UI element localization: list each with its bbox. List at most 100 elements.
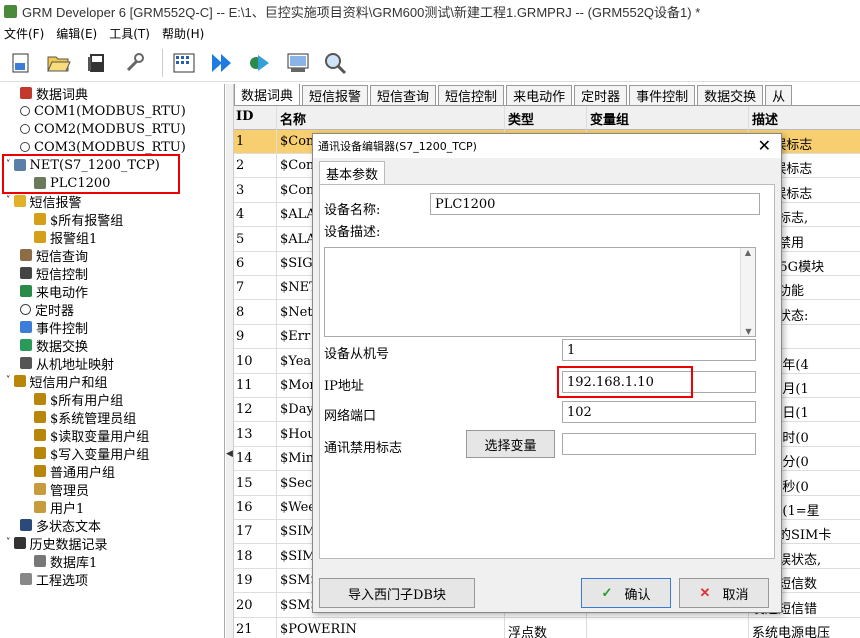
tree-item-net[interactable]: ˅ NET(S7_1200_TCP) bbox=[6, 156, 160, 174]
search-icon[interactable] bbox=[321, 48, 351, 78]
tab-data-dictionary[interactable]: 数据词典 bbox=[234, 84, 301, 105]
header-type[interactable]: 类型 bbox=[508, 109, 588, 128]
collapse-icon[interactable]: ˅ bbox=[6, 538, 11, 548]
tree-item-plc1200[interactable]: PLC1200 bbox=[34, 174, 110, 192]
query-icon bbox=[20, 249, 32, 261]
collapse-arrow-icon[interactable]: ◀ bbox=[226, 449, 233, 459]
tab-call-action[interactable]: 来电动作 bbox=[506, 85, 573, 105]
tab-data-exchange[interactable]: 数据交换 bbox=[697, 85, 764, 105]
ip-input[interactable]: 192.168.1.10 bbox=[562, 371, 756, 393]
collapse-icon[interactable]: ˅ bbox=[6, 196, 11, 206]
tree-item-user1[interactable]: 用户1 bbox=[34, 498, 84, 517]
tree-item-sms-control[interactable]: 短信控制 bbox=[20, 264, 88, 283]
port-input[interactable]: 102 bbox=[562, 401, 756, 423]
tree-item-com1[interactable]: COM1(MODBUS_RTU) bbox=[20, 102, 186, 120]
tab-sms-alarm[interactable]: 短信报警 bbox=[302, 85, 369, 105]
header-name[interactable]: 名称 bbox=[280, 109, 510, 128]
play-icon[interactable] bbox=[207, 48, 237, 78]
download-icon[interactable] bbox=[283, 48, 313, 78]
group-icon bbox=[34, 393, 46, 405]
tree-item-data-dictionary[interactable]: 数据词典 bbox=[20, 84, 88, 103]
tab-sms-control[interactable]: 短信控制 bbox=[438, 85, 505, 105]
device-editor-dialog: 通讯设备编辑器(S7_1200_TCP) ✕ 基本参数 设备名称: PLC120… bbox=[312, 133, 782, 613]
folder-icon bbox=[34, 213, 46, 225]
group-icon bbox=[34, 465, 46, 477]
open-icon[interactable] bbox=[44, 48, 74, 78]
tree-item-event-control[interactable]: 事件控制 bbox=[20, 318, 88, 337]
tree-item-write-group[interactable]: $写入变量用户组 bbox=[34, 444, 149, 463]
tree-item-administrator[interactable]: 管理员 bbox=[34, 480, 89, 499]
cell-desc: 系统电源电压 bbox=[752, 626, 831, 638]
slave-id-input[interactable]: 1 bbox=[562, 339, 756, 361]
cell-id: 12 bbox=[236, 402, 253, 418]
tab-basic-params[interactable]: 基本参数 bbox=[319, 161, 386, 185]
device-desc-textarea[interactable] bbox=[324, 247, 756, 337]
slave-id-label: 设备从机号 bbox=[324, 347, 390, 362]
tree-item-call-action[interactable]: 来电动作 bbox=[20, 282, 88, 301]
device-name-input[interactable]: PLC1200 bbox=[430, 193, 760, 215]
new-icon[interactable] bbox=[6, 48, 36, 78]
tree-item-slave-mapping[interactable]: 从机地址映射 bbox=[20, 354, 114, 373]
menu-help[interactable]: 帮助(H) bbox=[162, 25, 204, 42]
tree-item-database1[interactable]: 数据库1 bbox=[34, 552, 97, 571]
tab-event-control[interactable]: 事件控制 bbox=[629, 85, 696, 105]
cell-id: 17 bbox=[236, 524, 253, 540]
tree-item-timer[interactable]: 定时器 bbox=[20, 300, 74, 319]
wrench-icon bbox=[20, 573, 32, 585]
tree-item-alarm-group-1[interactable]: 报警组1 bbox=[34, 228, 97, 247]
tree-item-all-user-groups[interactable]: $所有用户组 bbox=[34, 390, 123, 409]
toolbar-separator bbox=[162, 48, 163, 77]
menu-tools[interactable]: 工具(T) bbox=[109, 25, 150, 42]
wrench-icon[interactable] bbox=[120, 48, 150, 78]
splitter-handle[interactable]: ◀ bbox=[226, 84, 234, 638]
serial-port-icon bbox=[20, 106, 30, 116]
event-icon bbox=[20, 321, 32, 333]
import-db-button[interactable]: 导入西门子DB块 bbox=[319, 578, 475, 608]
cell-id: 3 bbox=[236, 182, 245, 198]
header-id[interactable]: ID bbox=[236, 109, 276, 124]
disable-flag-input[interactable] bbox=[562, 433, 756, 455]
cell-id: 7 bbox=[236, 280, 245, 296]
header-group[interactable]: 变量组 bbox=[590, 109, 750, 128]
scroll-up-icon[interactable]: ▲ bbox=[741, 248, 755, 257]
tree-item-sms-users[interactable]: ˅ 短信用户和组 bbox=[6, 372, 108, 391]
ok-label: 确认 bbox=[624, 587, 651, 603]
tree-item-com3[interactable]: COM3(MODBUS_RTU) bbox=[20, 138, 186, 156]
textarea-scrollbar[interactable]: ▲ ▼ bbox=[740, 248, 755, 336]
tab-sms-query[interactable]: 短信查询 bbox=[370, 85, 437, 105]
save-icon[interactable] bbox=[82, 48, 112, 78]
tree-item-sms-alarm[interactable]: ˅ 短信报警 bbox=[6, 192, 82, 211]
tab-slave[interactable]: 从 bbox=[765, 85, 793, 105]
tree-item-admin-group[interactable]: $系统管理员组 bbox=[34, 408, 136, 427]
exchange-icon bbox=[20, 339, 32, 351]
check-icon: ✓ bbox=[601, 585, 613, 601]
tree-item-read-group[interactable]: $读取变量用户组 bbox=[34, 426, 149, 445]
tree-item-history[interactable]: ˅ 历史数据记录 bbox=[6, 534, 108, 553]
tree-item-data-exchange[interactable]: 数据交换 bbox=[20, 336, 88, 355]
tree-item-com2[interactable]: COM2(MODBUS_RTU) bbox=[20, 120, 186, 138]
tree-item-multistate-text[interactable]: 多状态文本 bbox=[20, 516, 101, 535]
close-icon[interactable]: ✕ bbox=[758, 136, 771, 155]
header-desc[interactable]: 描述 bbox=[752, 109, 860, 128]
tree-item-project-options[interactable]: 工程选项 bbox=[20, 570, 88, 589]
select-variable-button[interactable]: 选择变量 bbox=[466, 430, 555, 458]
scroll-down-icon[interactable]: ▼ bbox=[741, 327, 756, 336]
cell-id: 8 bbox=[236, 304, 245, 320]
ip-label: IP地址 bbox=[324, 379, 364, 394]
table-row[interactable]: 21 $POWERIN 浮点数 系统电源电压 bbox=[234, 618, 860, 638]
ok-button[interactable]: ✓ 确认 bbox=[581, 578, 671, 608]
tab-timer[interactable]: 定时器 bbox=[574, 85, 628, 105]
tree-item-normal-group[interactable]: 普通用户组 bbox=[34, 462, 115, 481]
tree-item-sms-query[interactable]: 短信查询 bbox=[20, 246, 88, 265]
collapse-icon[interactable]: ˅ bbox=[6, 160, 11, 170]
text-icon bbox=[20, 519, 32, 531]
tree-item-all-alarm-groups[interactable]: $所有报警组 bbox=[34, 210, 123, 229]
collapse-icon[interactable]: ˅ bbox=[6, 376, 11, 386]
cell-name: $POWERIN bbox=[280, 622, 357, 637]
grid-icon[interactable] bbox=[169, 48, 199, 78]
run-icon[interactable] bbox=[245, 48, 275, 78]
menu-edit[interactable]: 编辑(E) bbox=[56, 25, 97, 42]
menu-file[interactable]: 文件(F) bbox=[4, 25, 44, 42]
cancel-button[interactable]: ✕ 取消 bbox=[679, 578, 769, 608]
folder-icon bbox=[34, 231, 46, 243]
